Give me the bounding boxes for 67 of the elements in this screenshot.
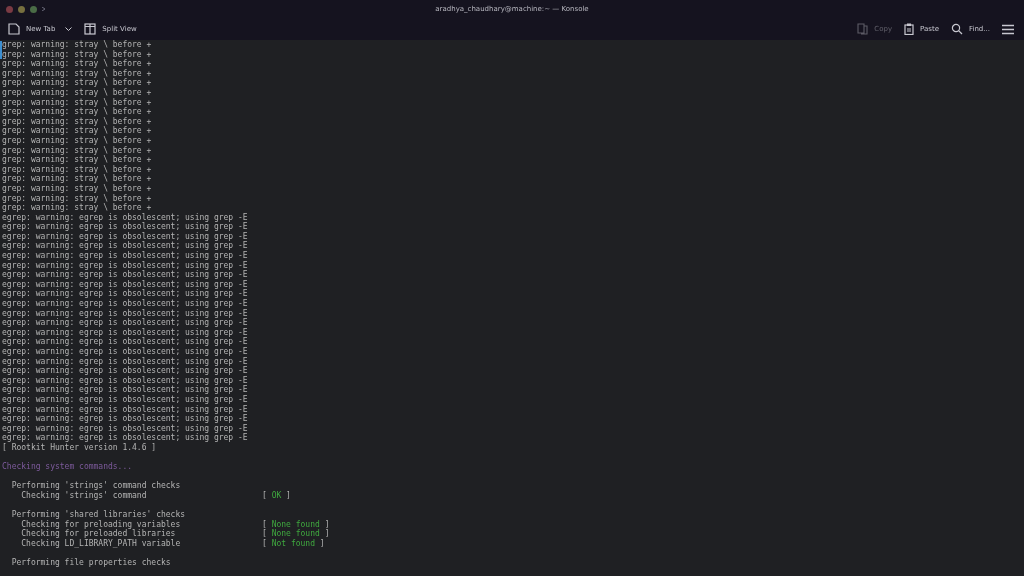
- output-line: grep: warning: stray \ before +: [2, 78, 152, 88]
- output-line: Performing 'shared libraries' checks: [10, 510, 186, 520]
- output-line: Performing 'strings' command checks: [10, 481, 181, 491]
- output-line: grep: warning: stray \ before +: [2, 59, 152, 69]
- maximize-button[interactable]: [30, 5, 37, 13]
- section-heading: Checking system commands...: [2, 462, 133, 472]
- output-line: grep: warning: stray \ before +: [2, 107, 152, 117]
- check-status: [ None found ]: [262, 519, 330, 529]
- split-view-icon: [84, 23, 97, 35]
- output-line: egrep: warning: egrep is obsolescent; using grep -E: [2, 222, 248, 232]
- output-line: [ Rootkit Hunter version 1.4.6 ]: [2, 442, 157, 453]
- output-line: egrep: warning: egrep is obsolescent; using grep -E: [2, 260, 248, 271]
- caret-icon: [65, 26, 73, 32]
- search-icon: [950, 23, 963, 35]
- output-line: egrep: warning: egrep is obsolescent; using grep -E: [2, 308, 248, 319]
- output-line: grep: warning: stray \ before +: [2, 87, 152, 98]
- output-line: grep: warning: stray \ before +: [2, 135, 152, 146]
- output-line: egrep: warning: egrep is obsolescent; using grep -E: [2, 327, 248, 338]
- output-line: egrep: warning: egrep is obsolescent; using grep -E: [2, 433, 248, 443]
- check-status: [ Not found ]: [262, 538, 325, 549]
- cursor: [0, 41, 2, 59]
- output-line: grep: warning: stray \ before +: [2, 116, 152, 127]
- output-line: egrep: warning: egrep is obsolescent; using grep -E: [2, 337, 248, 347]
- check-label: Checking for preloading variables: [20, 519, 182, 530]
- output-line: egrep: warning: egrep is obsolescent; using grep -E: [2, 375, 248, 386]
- new-tab-icon: [8, 23, 20, 35]
- output-line: grep: warning: stray \ before +: [2, 183, 152, 194]
- output-line: grep: warning: stray \ before +: [2, 203, 152, 213]
- output-line: egrep: warning: egrep is obsolescent; using grep -E: [2, 385, 248, 395]
- check-status: [ OK ]: [262, 490, 291, 501]
- output-line: egrep: warning: egrep is obsolescent; using grep -E: [2, 366, 248, 376]
- terminal-icon: [42, 7, 46, 11]
- output-line: egrep: warning: egrep is obsolescent; using grep -E: [2, 414, 248, 424]
- output-line: grep: warning: stray \ before +: [2, 68, 152, 79]
- check-status: [ None found ]: [262, 529, 330, 539]
- output-line: egrep: warning: egrep is obsolescent; using grep -E: [2, 279, 248, 290]
- check-label: Checking LD_LIBRARY_PATH variable: [20, 538, 182, 549]
- output-line: grep: warning: stray \ before +: [2, 164, 152, 175]
- output-line: grep: warning: stray \ before +: [2, 126, 152, 136]
- output-line: grep: warning: stray \ before +: [2, 40, 152, 50]
- menu-icon: [1002, 23, 1014, 35]
- output-line: egrep: warning: egrep is obsolescent; using grep -E: [2, 251, 248, 261]
- output-line: egrep: warning: egrep is obsolescent; using grep -E: [2, 356, 248, 367]
- output-line: egrep: warning: egrep is obsolescent; using grep -E: [2, 289, 248, 300]
- output-line: egrep: warning: egrep is obsolescent; using grep -E: [2, 347, 248, 357]
- output-line: egrep: warning: egrep is obsolescent; using grep -E: [2, 318, 248, 328]
- output-line: grep: warning: stray \ before +: [2, 174, 152, 184]
- output-line: Performing file properties checks: [10, 558, 171, 568]
- output-line: grep: warning: stray \ before +: [2, 155, 152, 165]
- output-line: egrep: warning: egrep is obsolescent; using grep -E: [2, 299, 248, 309]
- check-label: Checking 'strings' command: [20, 490, 148, 501]
- output-line: egrep: warning: egrep is obsolescent; using grep -E: [2, 404, 248, 415]
- output-line: egrep: warning: egrep is obsolescent; using grep -E: [2, 394, 248, 405]
- output-line: egrep: warning: egrep is obsolescent; using grep -E: [2, 231, 248, 242]
- minimize-button[interactable]: [18, 5, 25, 13]
- check-label: Checking for preloaded libraries: [20, 529, 177, 539]
- output-line: egrep: warning: egrep is obsolescent; using grep -E: [2, 270, 248, 280]
- output-line: grep: warning: stray \ before +: [2, 97, 152, 108]
- output-line: grep: warning: stray \ before +: [2, 193, 152, 204]
- output-line: egrep: warning: egrep is obsolescent; using grep -E: [2, 241, 248, 252]
- output-line: grep: warning: stray \ before +: [2, 49, 152, 60]
- output-line: grep: warning: stray \ before +: [2, 145, 152, 156]
- copy-icon: [857, 23, 869, 35]
- close-button[interactable]: [6, 5, 13, 13]
- output-line: egrep: warning: egrep is obsolescent; using grep -E: [2, 212, 248, 223]
- clipboard-icon: [904, 23, 915, 35]
- output-line: egrep: warning: egrep is obsolescent; using grep -E: [2, 423, 248, 434]
